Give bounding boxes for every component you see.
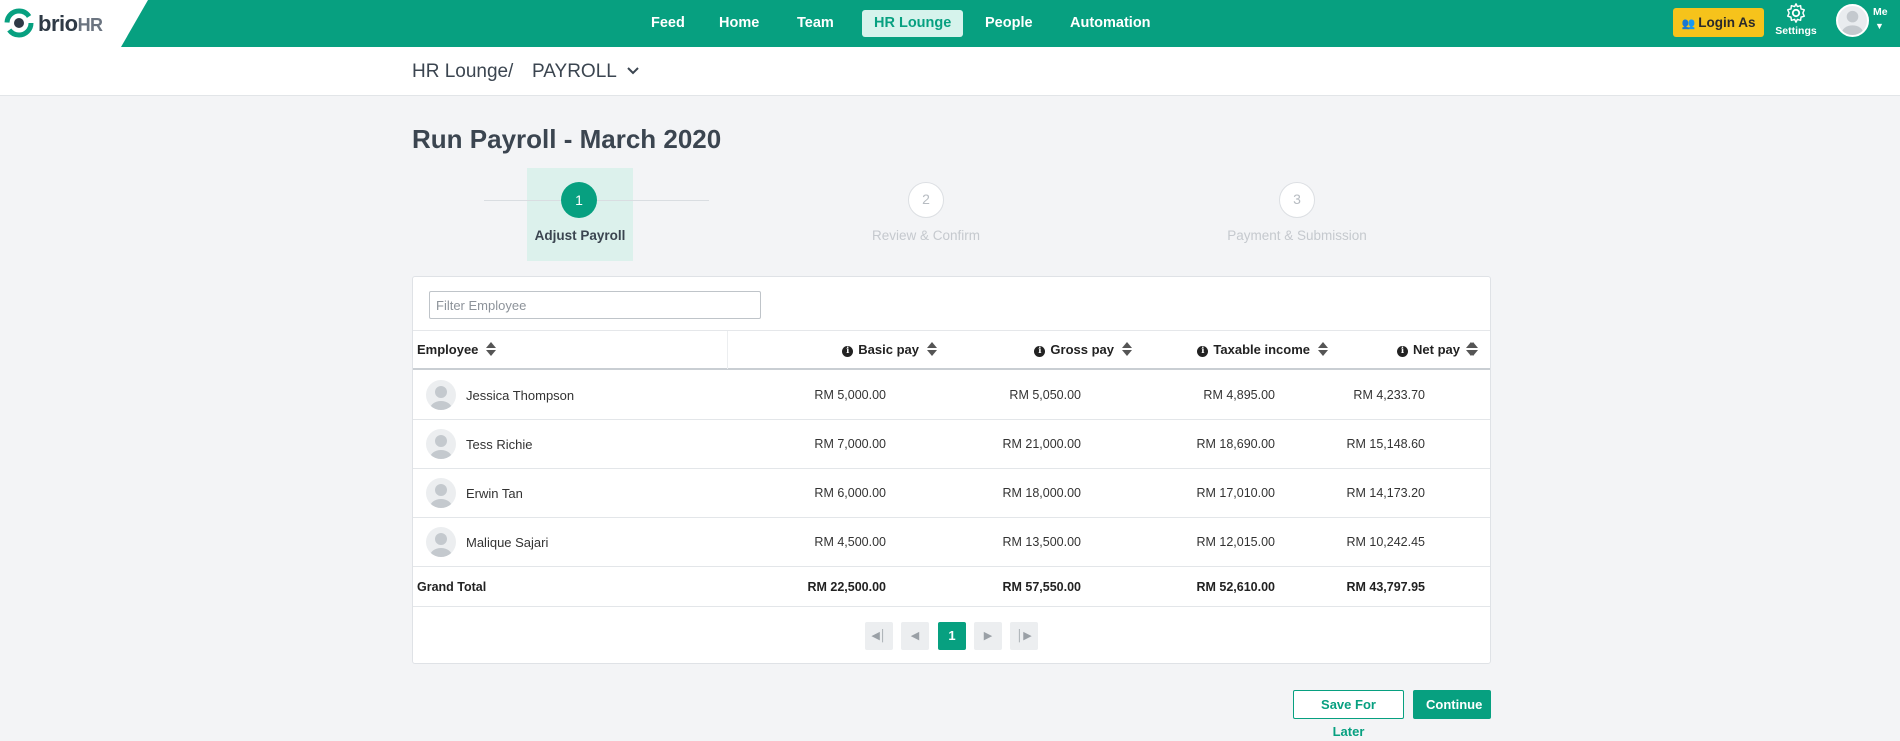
table-header: Employee i Basic pay i Gross pay i Taxable … <box>413 330 1490 370</box>
last-page-button[interactable]: │▶ <box>1010 622 1038 650</box>
grand-total-label: Grand Total <box>417 580 487 594</box>
info-icon: i <box>1034 346 1046 357</box>
avatar <box>426 527 456 557</box>
basic-pay-cell: RM 6,000.00 <box>814 486 886 500</box>
basic-pay-cell: RM 5,000.00 <box>814 388 886 402</box>
taxable-income-cell: RM 12,015.00 <box>1196 535 1275 549</box>
table-row[interactable]: Malique Sajari RM 4,500.00 RM 13,500.00 … <box>413 518 1490 567</box>
top-navbar: brioHR Feed Home Team HR Lounge People A… <box>0 0 1900 47</box>
next-page-button[interactable]: ▶ <box>974 622 1002 650</box>
info-icon: i <box>842 346 854 357</box>
chevron-down-icon[interactable] <box>624 62 642 80</box>
gross-pay-cell: RM 21,000.00 <box>1002 437 1081 451</box>
next-page-icon: ▶ <box>983 630 993 642</box>
filter-employee-input[interactable] <box>429 291 761 319</box>
nav-item-home[interactable]: Home <box>707 10 771 37</box>
info-icon: i <box>1197 346 1209 357</box>
grand-total-row: Grand Total RM 22,500.00 RM 57,550.00 RM… <box>413 566 1490 607</box>
gross-pay-cell: RM 18,000.00 <box>1002 486 1081 500</box>
step-2-circle: 2 <box>908 182 944 218</box>
avatar <box>426 429 456 459</box>
employee-name: Tess Richie <box>466 437 533 452</box>
sort-icon <box>927 342 937 356</box>
prev-page-button[interactable]: ◀ <box>901 622 929 650</box>
prev-page-icon: ◀ <box>910 630 920 642</box>
column-divider <box>727 331 728 369</box>
breadcrumb-payroll: PAYROLL <box>532 61 617 82</box>
total-gross-pay: RM 57,550.00 <box>1002 580 1081 594</box>
total-taxable-income: RM 52,610.00 <box>1196 580 1275 594</box>
settings-label: Settings <box>1775 25 1817 37</box>
user-menu[interactable]: Me ▼ <box>1836 4 1892 44</box>
login-as-button[interactable]: 👥 Login As <box>1673 8 1764 37</box>
first-page-button[interactable]: ◀│ <box>865 622 893 650</box>
nav-item-team[interactable]: Team <box>785 10 846 37</box>
header-basic-pay[interactable]: i Basic pay <box>777 342 937 357</box>
gross-pay-cell: RM 5,050.00 <box>1009 388 1081 402</box>
payroll-card: Employee iBasic pay iGross pay iTaxable … <box>412 276 1491 664</box>
taxable-income-cell: RM 17,010.00 <box>1196 486 1275 500</box>
info-icon: i <box>1397 346 1409 357</box>
net-pay-cell: RM 4,233.70 <box>1353 388 1425 402</box>
header-net-pay[interactable]: i Net pay <box>1328 342 1478 357</box>
employee-name: Erwin Tan <box>466 486 523 501</box>
page-number-current[interactable]: 1 <box>938 622 966 650</box>
net-pay-cell: RM 15,148.60 <box>1346 437 1425 451</box>
me-label: Me <box>1873 6 1888 18</box>
nav-item-feed[interactable]: Feed <box>639 10 697 37</box>
nav-item-automation[interactable]: Automation <box>1058 10 1163 37</box>
header-actions[interactable] <box>1466 342 1476 357</box>
employee-name: Jessica Thompson <box>466 388 575 403</box>
first-page-icon: ◀│ <box>871 630 887 642</box>
total-basic-pay: RM 22,500.00 <box>807 580 886 594</box>
nav-item-people[interactable]: People <box>973 10 1045 37</box>
continue-button[interactable]: Continue <box>1413 690 1491 719</box>
last-page-icon: │▶ <box>1016 630 1032 642</box>
table-row[interactable]: Jessica Thompson RM 5,000.00 RM 5,050.00… <box>413 371 1490 420</box>
sort-icon <box>486 342 497 356</box>
main-nav: Feed Home Team HR Lounge People Automati… <box>0 0 1900 47</box>
breadcrumb-hr-lounge[interactable]: HR Lounge <box>412 61 508 83</box>
total-net-pay: RM 43,797.95 <box>1346 580 1425 594</box>
page-title: Run Payroll - March 2020 <box>412 124 722 154</box>
net-pay-cell: RM 10,242.45 <box>1346 535 1425 549</box>
step-3-circle: 3 <box>1279 182 1315 218</box>
gross-pay-cell: RM 13,500.00 <box>1002 535 1081 549</box>
basic-pay-cell: RM 7,000.00 <box>814 437 886 451</box>
step-2-label: Review & Confirm <box>871 228 981 243</box>
table-row[interactable]: Tess Richie RM 7,000.00 RM 21,000.00 RM … <box>413 420 1490 469</box>
settings-button[interactable]: Settings <box>1774 2 1818 42</box>
avatar <box>426 380 456 410</box>
step-1-circle: 1 <box>561 182 597 218</box>
header-employee[interactable]: Employee <box>417 342 497 357</box>
employee-name: Malique Sajari <box>466 535 549 550</box>
step-3-label: Payment & Submission <box>1227 228 1367 243</box>
chevron-down-icon: ▼ <box>1875 21 1884 31</box>
taxable-income-cell: RM 18,690.00 <box>1196 437 1275 451</box>
step-1-label: Adjust Payroll <box>534 228 626 243</box>
table-row[interactable]: Erwin Tan RM 6,000.00 RM 18,000.00 RM 17… <box>413 469 1490 518</box>
header-taxable-income[interactable]: i Taxable income <box>1128 342 1328 357</box>
users-icon: 👥 <box>1681 18 1696 30</box>
save-for-later-button[interactable]: Save For Later <box>1293 690 1404 739</box>
header-gross-pay[interactable]: i Gross pay <box>968 342 1132 357</box>
avatar <box>1836 4 1869 37</box>
sort-icon <box>1466 342 1476 356</box>
gear-icon <box>1787 3 1805 23</box>
breadcrumb: HR Lounge / PAYROLL <box>0 47 1900 96</box>
sort-icon <box>1318 342 1328 356</box>
nav-item-hr-lounge[interactable]: HR Lounge <box>862 10 964 37</box>
basic-pay-cell: RM 4,500.00 <box>814 535 886 549</box>
taxable-income-cell: RM 4,895.00 <box>1203 388 1275 402</box>
avatar <box>426 478 456 508</box>
breadcrumb-separator: / <box>508 61 514 82</box>
net-pay-cell: RM 14,173.20 <box>1346 486 1425 500</box>
